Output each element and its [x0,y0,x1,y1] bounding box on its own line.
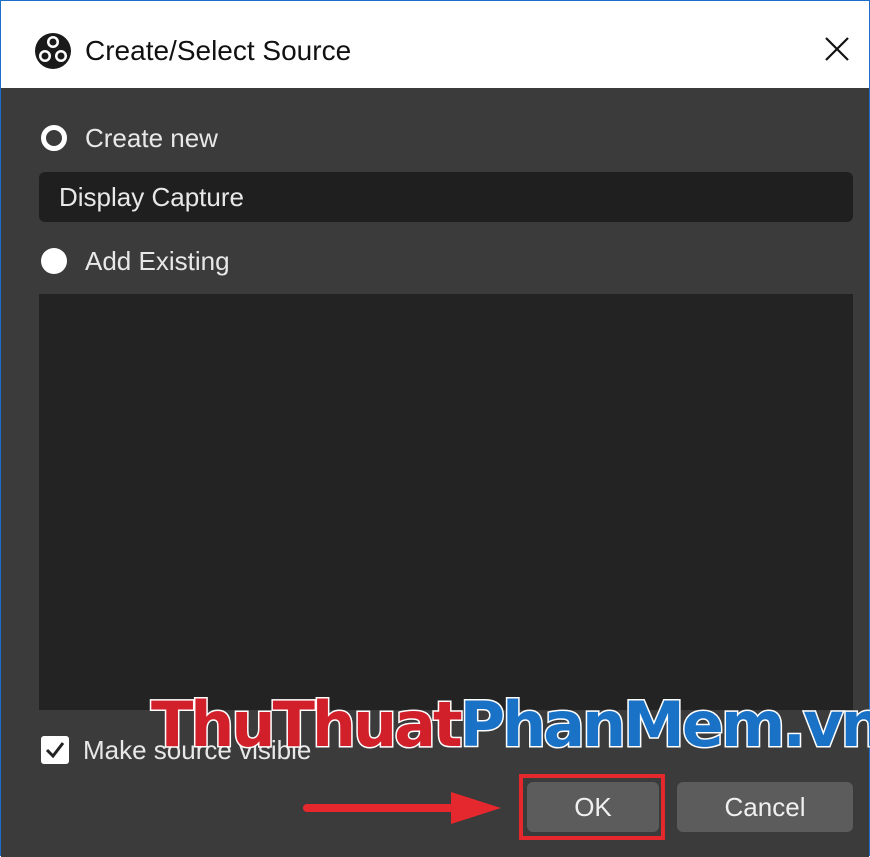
cancel-button[interactable]: Cancel [677,782,853,832]
create-new-option[interactable]: Create new [41,121,218,155]
create-select-source-dialog: Create/Select Source Create new Add Exis… [0,0,870,857]
checkmark-icon [45,742,65,759]
create-new-label: Create new [85,122,218,153]
watermark-part3: .vn [781,687,870,763]
title-bar: Create/Select Source [1,1,869,88]
window-title: Create/Select Source [85,35,352,66]
existing-sources-list[interactable] [39,294,853,710]
create-new-radio[interactable] [41,125,67,151]
obs-logo-icon [35,33,71,69]
add-existing-label: Add Existing [85,245,230,276]
arrow-right-icon [303,792,501,824]
watermark-part2: PhanMem [458,687,787,763]
watermark-part1: ThuThuat [150,687,465,763]
close-icon [825,37,849,61]
watermark: ThuThuatPhanMem.vn [150,687,870,763]
dialog-body: Create new Add Existing Make source visi… [1,88,870,857]
ok-button-highlight [519,774,665,840]
add-existing-radio[interactable] [41,248,67,274]
close-button[interactable] [805,19,869,79]
source-name-input[interactable] [39,172,853,222]
add-existing-option[interactable]: Add Existing [41,244,230,278]
make-visible-checkbox[interactable] [41,736,69,764]
